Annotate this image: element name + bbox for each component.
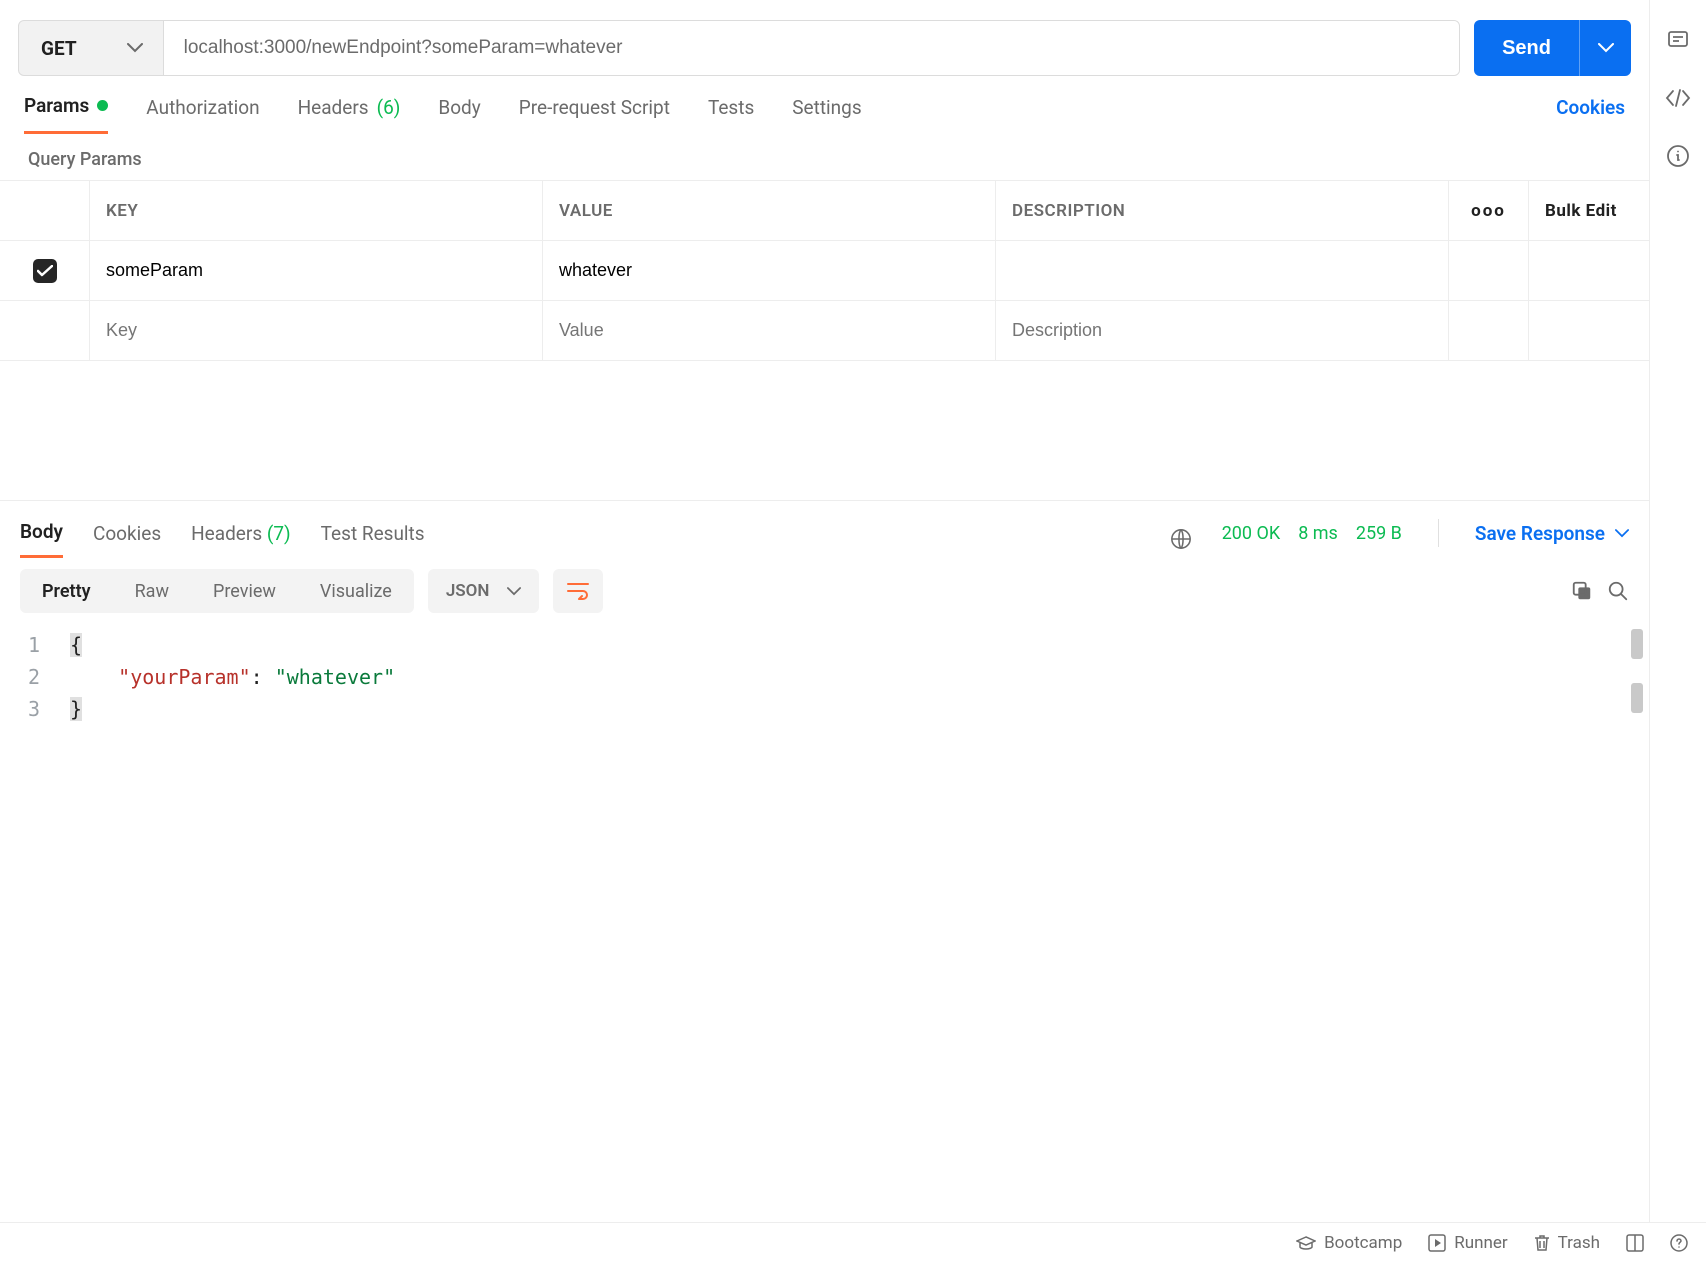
check-icon xyxy=(37,265,53,277)
panels-button[interactable] xyxy=(1626,1234,1644,1252)
bootcamp-button[interactable]: Bootcamp xyxy=(1296,1233,1402,1253)
comments-button[interactable] xyxy=(1666,28,1690,52)
response-status: 200 OK 8 ms 259 B xyxy=(1222,523,1402,556)
help-icon xyxy=(1670,1234,1688,1252)
copy-response-button[interactable] xyxy=(1571,580,1593,602)
param-value-input[interactable] xyxy=(559,260,979,281)
info-icon xyxy=(1666,144,1690,168)
param-key-input[interactable] xyxy=(106,320,526,341)
response-view-mode: Pretty Raw Preview Visualize xyxy=(20,569,414,613)
view-raw[interactable]: Raw xyxy=(113,569,191,613)
tab-headers[interactable]: Headers (6) xyxy=(298,96,401,133)
trash-icon xyxy=(1534,1234,1550,1252)
chevron-down-icon xyxy=(1615,529,1629,538)
wrap-lines-button[interactable] xyxy=(553,569,603,613)
col-description: DESCRIPTION xyxy=(996,181,1449,240)
code-button[interactable] xyxy=(1665,88,1691,108)
comment-icon xyxy=(1666,28,1690,52)
scrollbar-thumb[interactable] xyxy=(1631,629,1643,659)
chevron-down-icon xyxy=(127,43,143,53)
tab-prerequest[interactable]: Pre-request Script xyxy=(519,96,670,133)
resp-tab-body[interactable]: Body xyxy=(20,520,63,558)
response-body[interactable]: 1 { 2 "yourParam": "whatever" 3 } xyxy=(0,623,1649,1222)
view-pretty[interactable]: Pretty xyxy=(20,569,113,613)
chevron-down-icon xyxy=(507,587,521,596)
col-more-button[interactable]: ooo xyxy=(1449,181,1529,240)
globe-icon[interactable] xyxy=(1170,528,1192,550)
graduation-icon xyxy=(1296,1235,1316,1251)
search-response-button[interactable] xyxy=(1607,580,1629,602)
copy-icon xyxy=(1571,580,1593,602)
tab-tests[interactable]: Tests xyxy=(708,96,754,133)
wrap-icon xyxy=(566,582,590,600)
search-icon xyxy=(1607,580,1629,602)
resp-tab-headers[interactable]: Headers (7) xyxy=(191,522,291,557)
scrollbar-thumb[interactable] xyxy=(1631,683,1643,713)
runner-button[interactable]: Runner xyxy=(1428,1233,1507,1253)
http-method-value: GET xyxy=(41,37,77,60)
bulk-edit-button[interactable]: Bulk Edit xyxy=(1529,181,1649,240)
tab-body[interactable]: Body xyxy=(438,96,480,133)
url-input[interactable] xyxy=(164,21,1459,75)
col-value: VALUE xyxy=(543,181,996,240)
send-options-button[interactable] xyxy=(1579,20,1631,76)
help-button[interactable] xyxy=(1670,1234,1688,1252)
param-enabled-checkbox[interactable] xyxy=(33,259,57,283)
cookies-link[interactable]: Cookies xyxy=(1556,96,1625,133)
tab-authorization[interactable]: Authorization xyxy=(146,96,259,133)
param-row xyxy=(0,241,1649,301)
param-row-empty xyxy=(0,301,1649,361)
trash-button[interactable]: Trash xyxy=(1534,1233,1600,1253)
view-preview[interactable]: Preview xyxy=(191,569,298,613)
info-button[interactable] xyxy=(1666,144,1690,168)
tab-params[interactable]: Params xyxy=(24,94,108,134)
param-value-input[interactable] xyxy=(559,320,979,341)
view-visualize[interactable]: Visualize xyxy=(298,569,414,613)
save-response-button[interactable]: Save Response xyxy=(1475,522,1629,557)
http-method-select[interactable]: GET xyxy=(19,21,164,75)
send-button[interactable]: Send xyxy=(1474,20,1579,76)
query-params-title: Query Params xyxy=(0,135,1649,180)
resp-tab-cookies[interactable]: Cookies xyxy=(93,522,161,557)
response-format-select[interactable]: JSON xyxy=(428,569,540,613)
code-icon xyxy=(1665,88,1691,108)
resp-tab-test-results[interactable]: Test Results xyxy=(321,522,425,557)
param-description-input[interactable] xyxy=(1012,260,1432,281)
param-key-input[interactable] xyxy=(106,260,526,281)
param-description-input[interactable] xyxy=(1012,320,1432,341)
play-icon xyxy=(1428,1234,1446,1252)
tab-settings[interactable]: Settings xyxy=(792,96,861,133)
panels-icon xyxy=(1626,1234,1644,1252)
params-dirty-dot-icon xyxy=(97,100,108,111)
chevron-down-icon xyxy=(1598,43,1614,53)
col-key: KEY xyxy=(90,181,543,240)
